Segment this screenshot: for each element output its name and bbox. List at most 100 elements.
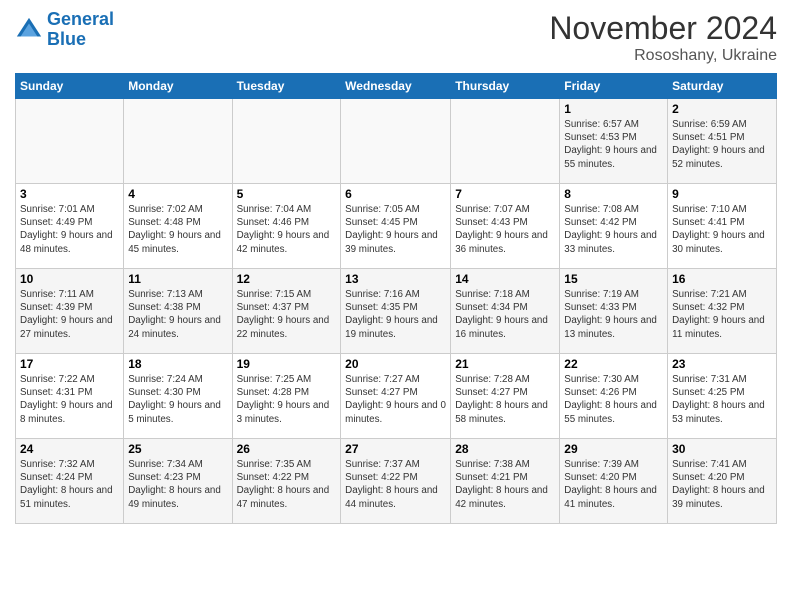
calendar-cell: 28 Sunrise: 7:38 AMSunset: 4:21 PMDayligh…: [451, 439, 560, 524]
calendar-cell: 25 Sunrise: 7:34 AMSunset: 4:23 PMDayligh…: [124, 439, 232, 524]
calendar-cell: 5Sunrise: 7:04 AMSunset: 4:46 PMDaylight…: [232, 184, 341, 269]
day-number: 29: [564, 442, 663, 456]
day-info: Sunrise: 6:59 AMSunset: 4:51 PMDaylight:…: [672, 118, 772, 171]
day-number: 23: [672, 357, 772, 371]
day-info: Sunrise: 7:05 AMSunset: 4:45 PMDaylight:…: [345, 203, 446, 256]
logo-text: General Blue: [47, 10, 114, 50]
calendar-header-row: SundayMondayTuesdayWednesdayThursdayFrid…: [16, 74, 777, 99]
day-info: Sunrise: 7:38 AMSunset: 4:21 PMDaylight:…: [455, 458, 555, 511]
calendar-cell: 18 Sunrise: 7:24 AMSunset: 4:30 PMDayligh…: [124, 354, 232, 439]
location-subtitle: Rososhany, Ukraine: [549, 47, 777, 65]
day-info: Sunrise: 7:10 AMSunset: 4:41 PMDaylight:…: [672, 203, 772, 256]
calendar-cell: 8Sunrise: 7:08 AMSunset: 4:42 PMDaylight…: [560, 184, 668, 269]
calendar-cell: 15 Sunrise: 7:19 AMSunset: 4:33 PMDayligh…: [560, 269, 668, 354]
day-info: Sunrise: 7:31 AMSunset: 4:25 PMDaylight:…: [672, 373, 772, 426]
month-title: November 2024: [549, 10, 777, 47]
day-number: 20: [345, 357, 446, 371]
day-info: Sunrise: 7:28 AMSunset: 4:27 PMDaylight:…: [455, 373, 555, 426]
day-info: Sunrise: 7:41 AMSunset: 4:20 PMDaylight:…: [672, 458, 772, 511]
day-info: Sunrise: 7:15 AMSunset: 4:37 PMDaylight:…: [237, 288, 337, 341]
calendar-week-3: 17 Sunrise: 7:22 AMSunset: 4:31 PMDayligh…: [16, 354, 777, 439]
calendar-cell: 14Sunrise: 7:18 AMSunset: 4:34 PMDayligh…: [451, 269, 560, 354]
calendar-cell: 13 Sunrise: 7:16 AMSunset: 4:35 PMDayligh…: [341, 269, 451, 354]
calendar-cell: 12 Sunrise: 7:15 AMSunset: 4:37 PMDayligh…: [232, 269, 341, 354]
calendar-cell: 30Sunrise: 7:41 AMSunset: 4:20 PMDayligh…: [668, 439, 777, 524]
day-number: 22: [564, 357, 663, 371]
calendar-cell: 23 Sunrise: 7:31 AMSunset: 4:25 PMDayligh…: [668, 354, 777, 439]
day-number: 11: [128, 272, 227, 286]
column-header-wednesday: Wednesday: [341, 74, 451, 99]
day-info: Sunrise: 7:13 AMSunset: 4:38 PMDaylight:…: [128, 288, 227, 341]
day-number: 26: [237, 442, 337, 456]
calendar-cell: [124, 99, 232, 184]
calendar-cell: 17 Sunrise: 7:22 AMSunset: 4:31 PMDayligh…: [16, 354, 124, 439]
calendar-table: SundayMondayTuesdayWednesdayThursdayFrid…: [15, 73, 777, 524]
calendar-cell: 22 Sunrise: 7:30 AMSunset: 4:26 PMDayligh…: [560, 354, 668, 439]
column-header-sunday: Sunday: [16, 74, 124, 99]
day-info: Sunrise: 7:30 AMSunset: 4:26 PMDaylight:…: [564, 373, 663, 426]
calendar-cell: 26Sunrise: 7:35 AMSunset: 4:22 PMDayligh…: [232, 439, 341, 524]
calendar-cell: 9Sunrise: 7:10 AMSunset: 4:41 PMDaylight…: [668, 184, 777, 269]
day-info: Sunrise: 7:22 AMSunset: 4:31 PMDaylight:…: [20, 373, 119, 426]
calendar-cell: 2Sunrise: 6:59 AMSunset: 4:51 PMDaylight…: [668, 99, 777, 184]
day-number: 28: [455, 442, 555, 456]
calendar-cell: 21 Sunrise: 7:28 AMSunset: 4:27 PMDayligh…: [451, 354, 560, 439]
day-number: 3: [20, 187, 119, 201]
day-number: 13: [345, 272, 446, 286]
day-info: Sunrise: 7:34 AMSunset: 4:23 PMDaylight:…: [128, 458, 227, 511]
day-number: 4: [128, 187, 227, 201]
day-info: Sunrise: 7:01 AMSunset: 4:49 PMDaylight:…: [20, 203, 119, 256]
calendar-week-0: 1Sunrise: 6:57 AMSunset: 4:53 PMDaylight…: [16, 99, 777, 184]
calendar-cell: 3 Sunrise: 7:01 AMSunset: 4:49 PMDaylight…: [16, 184, 124, 269]
column-header-friday: Friday: [560, 74, 668, 99]
day-number: 14: [455, 272, 555, 286]
day-number: 5: [237, 187, 337, 201]
day-number: 7: [455, 187, 555, 201]
day-number: 18: [128, 357, 227, 371]
column-header-saturday: Saturday: [668, 74, 777, 99]
day-info: Sunrise: 7:39 AMSunset: 4:20 PMDaylight:…: [564, 458, 663, 511]
day-number: 6: [345, 187, 446, 201]
day-info: Sunrise: 7:07 AMSunset: 4:43 PMDaylight:…: [455, 203, 555, 256]
day-number: 8: [564, 187, 663, 201]
calendar-cell: 7 Sunrise: 7:07 AMSunset: 4:43 PMDaylight…: [451, 184, 560, 269]
day-info: Sunrise: 7:37 AMSunset: 4:22 PMDaylight:…: [345, 458, 446, 511]
page-header: General Blue November 2024 Rososhany, Uk…: [15, 10, 777, 65]
calendar-cell: 19Sunrise: 7:25 AMSunset: 4:28 PMDayligh…: [232, 354, 341, 439]
logo-icon: [15, 16, 43, 44]
day-number: 1: [564, 102, 663, 116]
calendar-week-4: 24 Sunrise: 7:32 AMSunset: 4:24 PMDayligh…: [16, 439, 777, 524]
calendar-week-1: 3 Sunrise: 7:01 AMSunset: 4:49 PMDaylight…: [16, 184, 777, 269]
day-info: Sunrise: 7:24 AMSunset: 4:30 PMDaylight:…: [128, 373, 227, 426]
logo-line1: General: [47, 9, 114, 29]
day-info: Sunrise: 7:21 AMSunset: 4:32 PMDaylight:…: [672, 288, 772, 341]
calendar-cell: 6 Sunrise: 7:05 AMSunset: 4:45 PMDaylight…: [341, 184, 451, 269]
calendar-cell: 11 Sunrise: 7:13 AMSunset: 4:38 PMDayligh…: [124, 269, 232, 354]
day-number: 12: [237, 272, 337, 286]
day-number: 16: [672, 272, 772, 286]
calendar-cell: 24 Sunrise: 7:32 AMSunset: 4:24 PMDayligh…: [16, 439, 124, 524]
day-info: Sunrise: 7:32 AMSunset: 4:24 PMDaylight:…: [20, 458, 119, 511]
day-number: 10: [20, 272, 119, 286]
day-info: Sunrise: 7:27 AMSunset: 4:27 PMDaylight:…: [345, 373, 446, 426]
calendar-cell: 4Sunrise: 7:02 AMSunset: 4:48 PMDaylight…: [124, 184, 232, 269]
day-info: Sunrise: 7:16 AMSunset: 4:35 PMDaylight:…: [345, 288, 446, 341]
day-number: 21: [455, 357, 555, 371]
day-number: 27: [345, 442, 446, 456]
calendar-cell: 20 Sunrise: 7:27 AMSunset: 4:27 PMDayligh…: [341, 354, 451, 439]
column-header-thursday: Thursday: [451, 74, 560, 99]
column-header-tuesday: Tuesday: [232, 74, 341, 99]
logo: General Blue: [15, 10, 114, 50]
day-number: 17: [20, 357, 119, 371]
calendar-cell: [232, 99, 341, 184]
calendar-cell: 1Sunrise: 6:57 AMSunset: 4:53 PMDaylight…: [560, 99, 668, 184]
calendar-cell: 16 Sunrise: 7:21 AMSunset: 4:32 PMDayligh…: [668, 269, 777, 354]
day-info: Sunrise: 7:19 AMSunset: 4:33 PMDaylight:…: [564, 288, 663, 341]
calendar-cell: [341, 99, 451, 184]
day-number: 15: [564, 272, 663, 286]
day-number: 24: [20, 442, 119, 456]
title-block: November 2024 Rososhany, Ukraine: [549, 10, 777, 65]
day-number: 25: [128, 442, 227, 456]
day-info: Sunrise: 7:11 AMSunset: 4:39 PMDaylight:…: [20, 288, 119, 341]
day-info: Sunrise: 7:25 AMSunset: 4:28 PMDaylight:…: [237, 373, 337, 426]
